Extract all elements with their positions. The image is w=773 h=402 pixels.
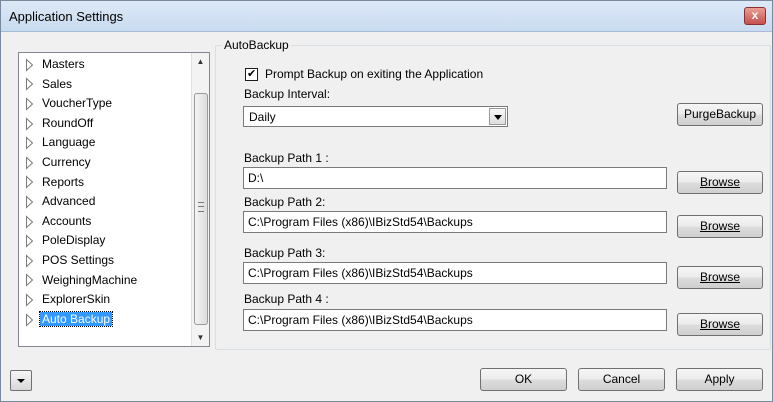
- prompt-backup-checkbox[interactable]: [245, 66, 258, 82]
- settings-category-list[interactable]: Masters Sales VoucherType RoundOff Language C…: [18, 52, 210, 347]
- scroll-up-arrow-icon[interactable]: ▲: [192, 53, 209, 70]
- tree-item-explorerskin[interactable]: ExplorerSkin: [25, 291, 112, 308]
- expand-arrow-icon[interactable]: [25, 156, 34, 170]
- expand-arrow-icon[interactable]: [25, 136, 34, 150]
- chevron-down-icon[interactable]: [489, 108, 506, 125]
- expand-arrow-icon[interactable]: [25, 214, 34, 229]
- category-tree: Masters Sales VoucherType RoundOff Language C…: [19, 53, 191, 346]
- close-icon: x: [751, 8, 759, 22]
- browse-path-4-label: Browse: [699, 317, 740, 331]
- close-button[interactable]: x: [744, 7, 766, 25]
- expand-arrow-icon[interactable]: [25, 116, 34, 131]
- tree-item-label: ExplorerSkin: [42, 292, 111, 307]
- tree-item-label: Currency: [42, 155, 91, 169]
- tree-item-pos-settings[interactable]: POS Settings: [25, 252, 116, 269]
- vertical-scrollbar[interactable]: ▲ ▼: [191, 53, 209, 346]
- expand-arrow-icon[interactable]: [25, 58, 34, 72]
- tree-item-label: Sales: [42, 76, 73, 91]
- expand-arrow-icon[interactable]: [25, 293, 34, 307]
- expand-arrow-icon[interactable]: [25, 312, 34, 327]
- browse-path-4-button[interactable]: Browse: [677, 313, 763, 336]
- title-bar: Application Settings x: [1, 1, 772, 32]
- backup-path-4-label: Backup Path 4 :: [244, 292, 329, 306]
- tree-item-roundoff[interactable]: RoundOff: [25, 115, 95, 132]
- expand-arrow-icon[interactable]: [25, 77, 34, 92]
- backup-interval-value: Daily: [249, 110, 276, 124]
- cancel-button[interactable]: Cancel: [578, 368, 665, 391]
- tree-item-label: Advanced: [42, 194, 96, 209]
- backup-path-1-label: Backup Path 1 :: [244, 151, 329, 165]
- backup-path-2-input[interactable]: C:\Program Files (x86)\IBizStd54\Backups: [243, 211, 667, 233]
- tree-item-masters[interactable]: Masters: [25, 56, 87, 73]
- browse-path-3-label: Browse: [699, 270, 740, 284]
- expand-arrow-icon[interactable]: [25, 234, 34, 248]
- backup-path-2-label: Backup Path 2:: [244, 195, 326, 209]
- tree-item-poledisplay[interactable]: PoleDisplay: [25, 232, 107, 249]
- expand-arrow-icon[interactable]: [25, 175, 34, 190]
- more-options-dropdown-button[interactable]: [10, 370, 32, 391]
- tree-item-reports[interactable]: Reports: [25, 174, 86, 191]
- expand-arrow-icon[interactable]: [25, 254, 34, 268]
- tree-item-label: Masters: [42, 57, 85, 71]
- backup-interval-label: Backup Interval:: [244, 87, 331, 101]
- backup-path-3-label: Backup Path 3:: [244, 246, 326, 260]
- ok-button[interactable]: OK: [480, 368, 567, 391]
- tree-item-label: Language: [42, 135, 96, 150]
- tree-item-label: RoundOff: [42, 115, 94, 130]
- browse-path-2-button[interactable]: Browse: [677, 215, 763, 238]
- tree-item-label: Auto Backup: [38, 310, 114, 327]
- backup-path-4-input[interactable]: C:\Program Files (x86)\IBizStd54\Backups: [243, 309, 667, 331]
- browse-path-3-button[interactable]: Browse: [677, 266, 763, 289]
- tree-item-language[interactable]: Language: [25, 134, 97, 151]
- scroll-grip-icon: [198, 202, 204, 212]
- tree-item-label: Accounts: [42, 213, 92, 228]
- autobackup-group-title: AutoBackup: [222, 38, 291, 52]
- tree-item-auto-backup[interactable]: Auto Backup: [25, 310, 114, 328]
- tree-item-label: PoleDisplay: [42, 233, 106, 248]
- tree-item-sales[interactable]: Sales: [25, 76, 74, 93]
- application-settings-window: Application Settings x Masters Sales Vouch…: [0, 0, 773, 402]
- expand-arrow-icon[interactable]: [25, 273, 34, 288]
- tree-item-weighingmachine[interactable]: WeighingMachine: [25, 272, 139, 289]
- tree-item-accounts[interactable]: Accounts: [25, 213, 93, 230]
- scroll-thumb[interactable]: [194, 93, 208, 325]
- prompt-backup-row[interactable]: Prompt Backup on exiting the Application: [245, 66, 483, 82]
- backup-path-1-input[interactable]: D:\: [243, 167, 667, 189]
- backup-path-3-input[interactable]: C:\Program Files (x86)\IBizStd54\Backups: [243, 262, 667, 284]
- tree-item-advanced[interactable]: Advanced: [25, 193, 97, 210]
- backup-interval-select[interactable]: Daily: [243, 106, 508, 127]
- apply-button[interactable]: Apply: [676, 368, 763, 391]
- tree-item-currency[interactable]: Currency: [25, 154, 93, 171]
- expand-arrow-icon[interactable]: [25, 195, 34, 209]
- browse-path-1-button[interactable]: Browse: [677, 171, 763, 194]
- window-title: Application Settings: [9, 9, 124, 24]
- prompt-backup-label: Prompt Backup on exiting the Application: [265, 67, 484, 81]
- tree-item-label: WeighingMachine: [42, 272, 138, 287]
- purge-backup-button[interactable]: PurgeBackup: [677, 103, 763, 126]
- scroll-down-arrow-icon[interactable]: ▼: [192, 329, 209, 346]
- browse-path-1-label: Browse: [699, 175, 740, 189]
- tree-item-label: VoucherType: [42, 96, 113, 111]
- tree-item-label: Reports: [42, 174, 85, 189]
- tree-item-vouchertype[interactable]: VoucherType: [25, 95, 114, 112]
- browse-path-2-label: Browse: [699, 219, 740, 233]
- tree-item-label: POS Settings: [42, 253, 115, 267]
- expand-arrow-icon[interactable]: [25, 97, 34, 111]
